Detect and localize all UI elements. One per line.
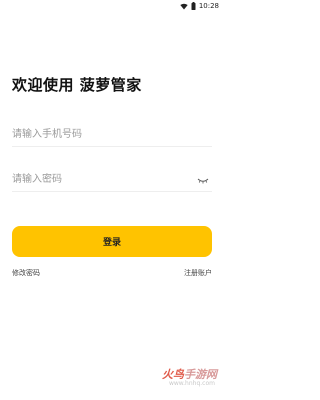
login-button[interactable]: 登录 (12, 226, 212, 257)
wifi-icon (180, 3, 188, 10)
status-bar: 10:28 (0, 0, 225, 12)
status-icons: 10:28 (180, 2, 219, 10)
change-password-link[interactable]: 修改密码 (12, 268, 40, 278)
phone-field[interactable] (12, 122, 212, 147)
watermark: 火鸟手游网 www.hnhq.com (145, 366, 217, 390)
page-title: 欢迎使用 菠萝管家 (12, 76, 142, 94)
password-field[interactable] (12, 167, 212, 192)
register-link[interactable]: 注册账户 (184, 268, 212, 278)
battery-icon (191, 2, 196, 10)
status-time: 10:28 (198, 2, 219, 10)
watermark-url: www.hnhq.com (168, 380, 215, 387)
eye-closed-icon[interactable] (196, 170, 210, 184)
phone-input[interactable] (12, 123, 182, 146)
password-input[interactable] (12, 168, 182, 191)
